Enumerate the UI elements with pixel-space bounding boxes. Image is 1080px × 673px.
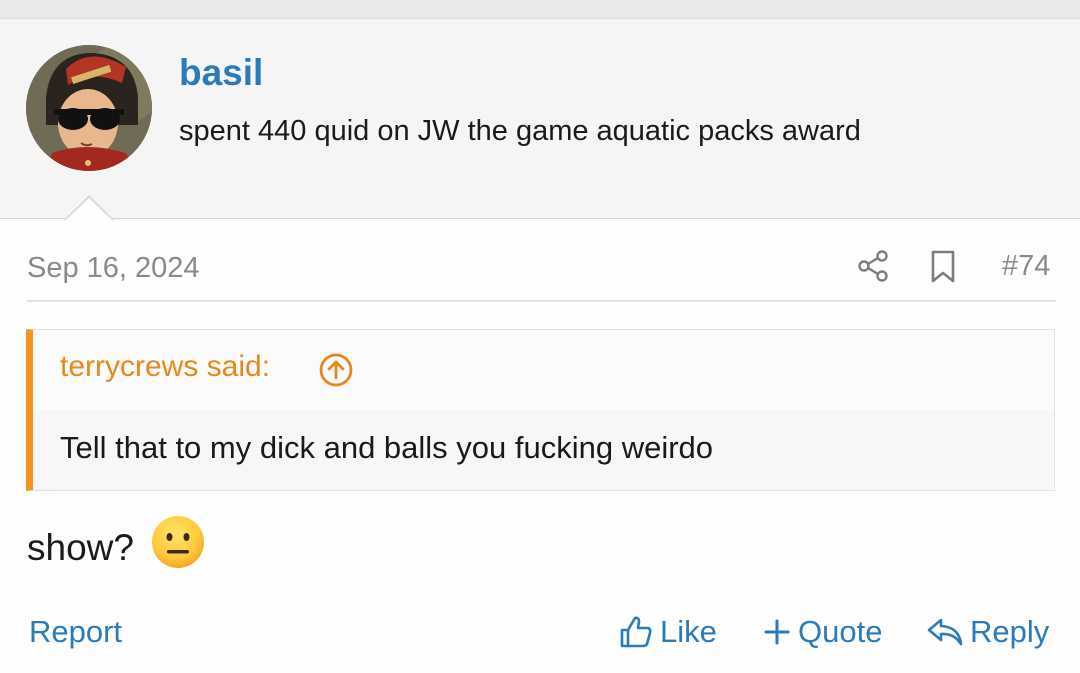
user-title: spent 440 quid on JW the game aquatic pa… [179,115,861,147]
bookmark-icon[interactable] [928,249,958,285]
report-link[interactable]: Report [29,614,122,650]
top-strip [0,0,1080,19]
reply-button[interactable]: Reply [926,614,1049,650]
like-label: Like [660,614,717,649]
divider [27,300,1056,302]
like-button[interactable]: Like [618,614,717,650]
post-date[interactable]: Sep 16, 2024 [27,252,200,285]
quote-block: terrycrews said: Tell that to my dick an… [26,329,1055,491]
post-number[interactable]: #74 [1002,250,1050,283]
share-icon[interactable] [856,249,890,283]
quote-button[interactable]: Quote [762,614,882,650]
username[interactable]: basil [179,52,263,94]
quote-text: Tell that to my dick and balls you fucki… [60,430,714,465]
reply-arrow-icon [927,618,963,646]
thumbs-up-icon [620,616,652,648]
quote-author[interactable]: terrycrews said: [60,350,270,384]
quote-header: terrycrews said: [33,330,1054,410]
avatar[interactable] [26,45,152,171]
plus-icon [764,619,790,645]
reply-label: Reply [970,614,1050,649]
neutral-face-icon [150,514,206,570]
arrow-up-circle-icon[interactable] [318,352,354,388]
post-body-text: show? [27,527,134,568]
quote-label: Quote [798,614,883,649]
